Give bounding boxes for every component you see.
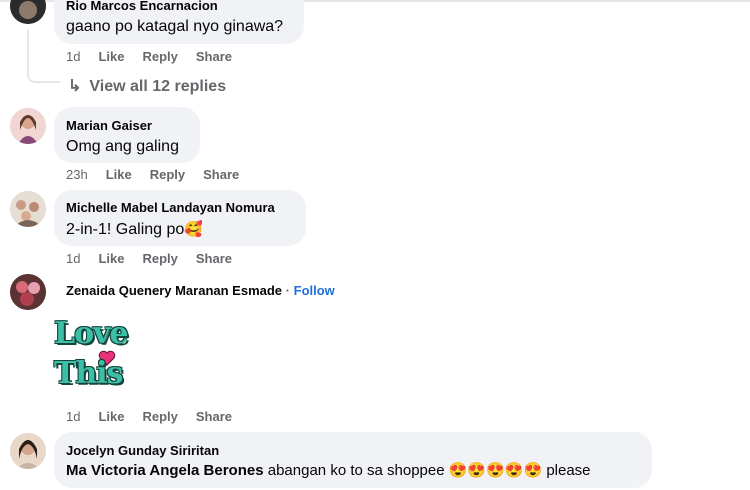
like-button[interactable]: Like bbox=[98, 409, 124, 424]
comment-actions: 1d Like Reply Share bbox=[66, 251, 250, 266]
avatar-image bbox=[10, 0, 46, 24]
like-button[interactable]: Like bbox=[98, 251, 124, 266]
avatar[interactable] bbox=[10, 433, 46, 469]
like-button[interactable]: Like bbox=[98, 49, 124, 64]
comment-actions: 23h Like Reply Share bbox=[66, 167, 257, 182]
share-button[interactable]: Share bbox=[196, 49, 232, 64]
reply-thread-line bbox=[27, 30, 60, 83]
reply-button[interactable]: Reply bbox=[142, 251, 177, 266]
sticker-word-love: Love bbox=[54, 316, 129, 351]
share-button[interactable]: Share bbox=[203, 167, 239, 182]
comment-text: gaano po katagal nyo ginawa? bbox=[66, 18, 284, 35]
comment-author[interactable]: Rio Marcos Encarnacion bbox=[66, 0, 218, 13]
separator-dot: · bbox=[285, 283, 290, 298]
comment-text: 2-in-1! Galing po🥰 bbox=[66, 220, 203, 239]
avatar[interactable] bbox=[10, 108, 46, 144]
avatar-image bbox=[10, 191, 46, 227]
avatar-image bbox=[10, 274, 46, 310]
comment-text: Omg ang galing bbox=[66, 138, 179, 155]
comment-time[interactable]: 1d bbox=[66, 49, 80, 64]
comment-text: Ma Victoria Angela Berones abangan ko to… bbox=[66, 461, 591, 479]
heart-eyes-emoji: 😍😍😍😍😍 bbox=[448, 462, 543, 479]
reply-arrow-icon: ↳ bbox=[68, 78, 82, 95]
reply-button[interactable]: Reply bbox=[150, 167, 185, 182]
comment-time[interactable]: 1d bbox=[66, 251, 80, 266]
avatar[interactable] bbox=[10, 274, 46, 310]
comment-author: Zenaida Quenery Maranan Esmade · Follow bbox=[66, 283, 335, 298]
comment-actions: 1d Like Reply Share bbox=[66, 409, 250, 424]
follow-button[interactable]: Follow bbox=[294, 283, 335, 298]
comment-actions: 1d Like Reply Share bbox=[66, 49, 250, 64]
comment-text-end: please bbox=[546, 462, 591, 479]
avatar[interactable] bbox=[10, 0, 46, 24]
comment-author[interactable]: Marian Gaiser bbox=[66, 118, 152, 133]
comment-author[interactable]: Michelle Mabel Landayan Nomura bbox=[66, 200, 275, 215]
comment-bubble bbox=[54, 432, 652, 488]
sticker-word-this: This bbox=[54, 356, 123, 391]
love-this-sticker[interactable]: Love This bbox=[54, 316, 144, 392]
avatar-image bbox=[10, 108, 46, 144]
mention-link[interactable]: Ma Victoria Angela Berones bbox=[66, 462, 264, 479]
share-button[interactable]: Share bbox=[196, 251, 232, 266]
reply-button[interactable]: Reply bbox=[142, 49, 177, 64]
comment-time[interactable]: 1d bbox=[66, 409, 80, 424]
comment-text-body: abangan ko to sa shoppee bbox=[267, 462, 445, 479]
comment-text-body: 2-in-1! Galing po bbox=[66, 221, 185, 238]
smiling-hearts-emoji: 🥰 bbox=[184, 221, 203, 238]
reply-button[interactable]: Reply bbox=[142, 409, 177, 424]
like-button[interactable]: Like bbox=[106, 167, 132, 182]
author-name[interactable]: Zenaida Quenery Maranan Esmade bbox=[66, 283, 282, 298]
share-button[interactable]: Share bbox=[196, 409, 232, 424]
comment-time[interactable]: 23h bbox=[66, 167, 88, 182]
view-replies-label: View all 12 replies bbox=[89, 78, 227, 95]
view-replies-link[interactable]: ↳ View all 12 replies bbox=[68, 76, 226, 96]
avatar-image bbox=[10, 433, 46, 469]
comment-author[interactable]: Jocelyn Gunday Siriritan bbox=[66, 443, 219, 458]
avatar[interactable] bbox=[10, 191, 46, 227]
